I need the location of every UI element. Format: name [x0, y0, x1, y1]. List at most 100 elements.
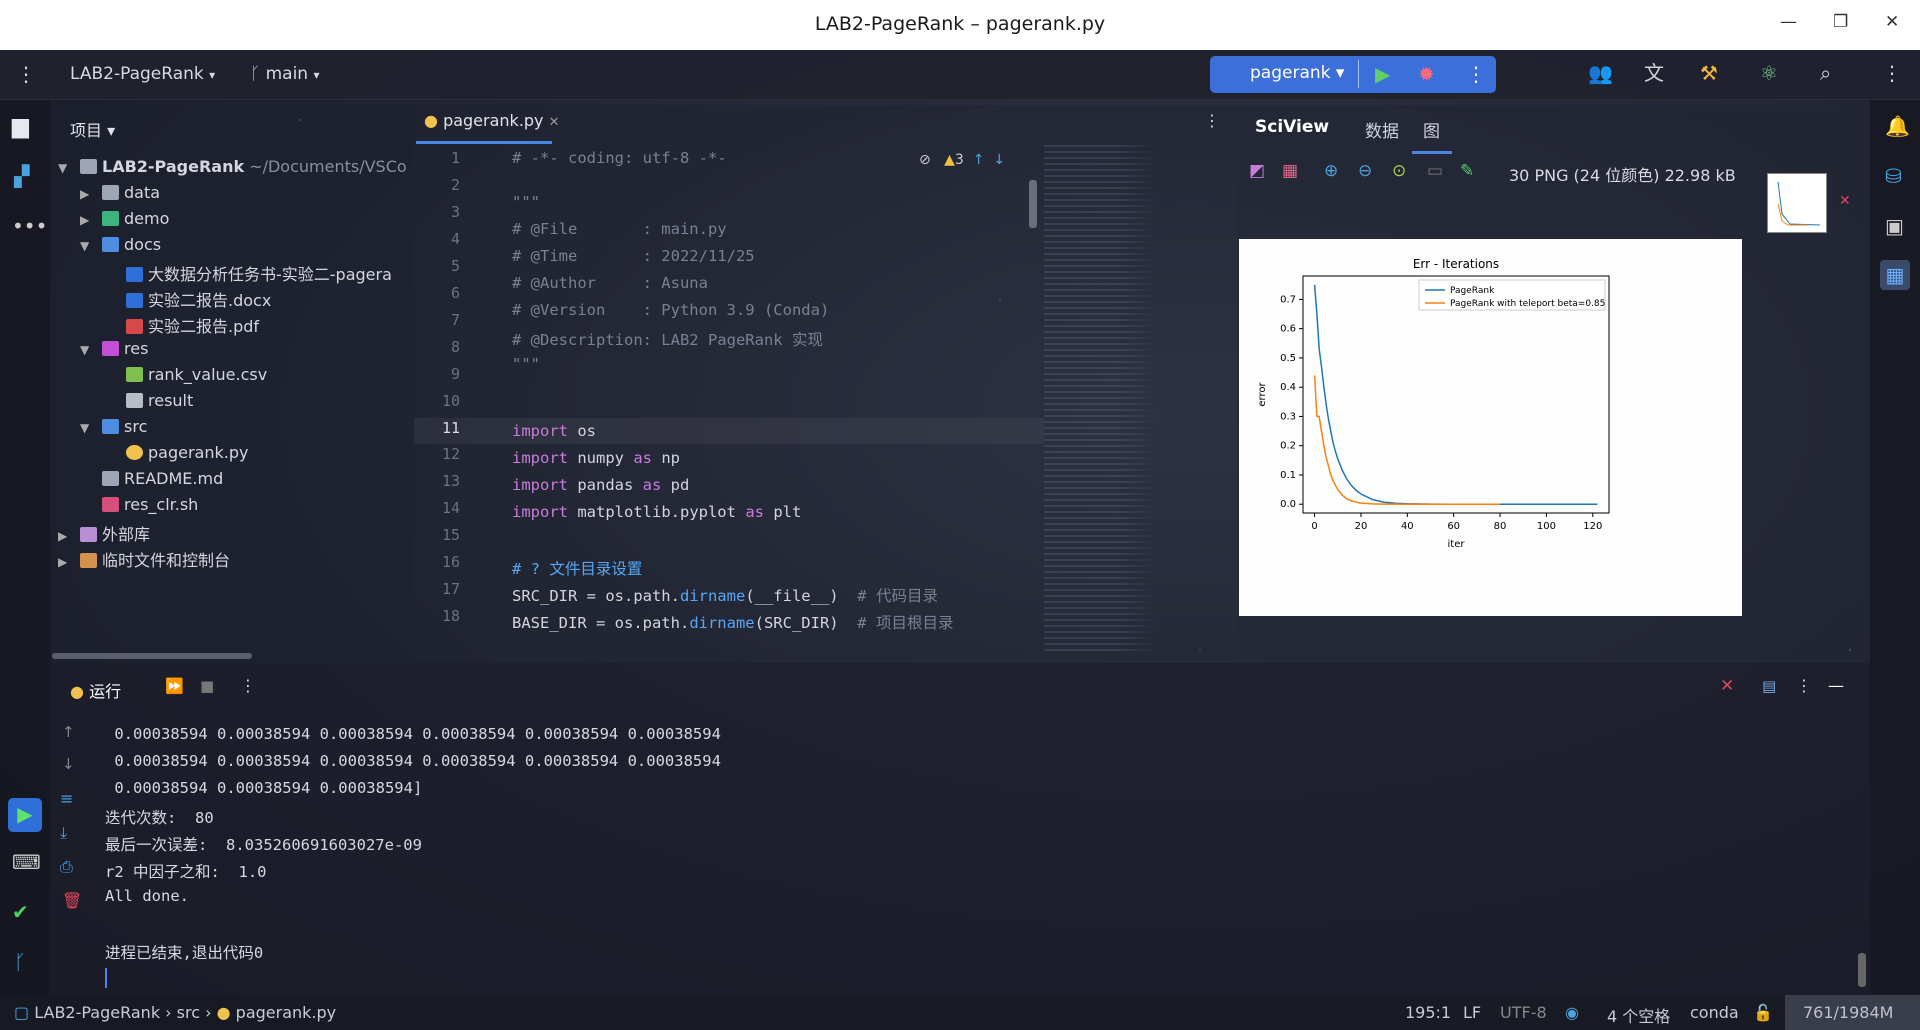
horizontal-scrollbar[interactable] [52, 653, 252, 659]
database-icon[interactable]: ⛁ [1885, 166, 1902, 186]
structure-icon[interactable]: ▞ [14, 166, 29, 186]
tree-root[interactable]: ▼ LAB2-PageRank ~/Documents/VSCo [58, 157, 407, 183]
code-line-9[interactable]: """ [512, 355, 540, 373]
minimize-button[interactable]: — [1780, 12, 1797, 32]
terminal-icon[interactable]: ⌨ [12, 852, 41, 872]
close-plot-icon[interactable]: ✕ [1839, 193, 1851, 209]
translate-icon[interactable]: 文 [1644, 63, 1664, 83]
tab-plots[interactable]: 图 [1423, 117, 1440, 142]
branch-switcher[interactable]: ᚴ main ▾ [250, 64, 320, 84]
zoom-in-icon[interactable]: ⊕ [1324, 163, 1338, 180]
memory-indicator[interactable]: 761/1984M [1785, 995, 1920, 1030]
project-folder-icon[interactable]: ▆ [12, 116, 29, 138]
debug-icon[interactable]: ✹ [1418, 64, 1435, 84]
eye-icon[interactable]: ◉ [1565, 1003, 1579, 1022]
scroll-to-end-icon[interactable]: ⤓ [60, 825, 67, 841]
tree-item-result[interactable]: result [126, 391, 193, 417]
file-encoding[interactable]: UTF-8 [1500, 1003, 1547, 1022]
prev-issue-icon[interactable]: ↑ [973, 152, 985, 168]
tree-item-res[interactable]: ▼ res [80, 339, 148, 365]
scroll-down-icon[interactable]: ↓ [62, 757, 75, 772]
tree-item-rank-csv[interactable]: rank_value.csv [126, 365, 267, 391]
soft-wrap-icon[interactable]: ≡ [60, 791, 73, 807]
tree-item-report-pdf[interactable]: 实验二报告.pdf [126, 313, 259, 339]
minimap[interactable] [1044, 145, 1234, 655]
vertical-scrollbar[interactable] [1029, 180, 1037, 228]
tree-item-res-clr[interactable]: res_clr.sh [102, 495, 198, 521]
tree-item-data[interactable]: ▶ data [80, 183, 160, 209]
tree-item-demo[interactable]: ▶ demo [80, 209, 169, 235]
tab-data[interactable]: 数据 [1365, 117, 1399, 142]
project-panel-title[interactable]: 项目 ▾ [70, 117, 115, 141]
tree-item-scratches[interactable]: ▶ 临时文件和控制台 [58, 547, 230, 573]
color-picker-icon[interactable]: ✎ [1460, 163, 1474, 180]
background-icon[interactable]: ▭ [1427, 163, 1443, 180]
code-line-18[interactable]: BASE_DIR = os.path.dirname(SRC_DIR) # 项目… [512, 611, 953, 633]
close-window-button[interactable]: ✕ [1885, 12, 1899, 32]
run-tool-icon[interactable]: ▶ [8, 798, 42, 832]
actual-size-icon[interactable]: ⊙ [1392, 163, 1406, 180]
tree-item-src[interactable]: ▼ src [80, 417, 147, 443]
close-run-icon[interactable]: ✕ [1720, 678, 1734, 695]
rerun-icon[interactable]: ⏩ [165, 679, 184, 694]
layout-icon[interactable]: ▤ [1762, 679, 1776, 694]
problems-check-icon[interactable]: ✔ [12, 902, 29, 922]
more-tools-icon[interactable]: ••• [12, 216, 47, 236]
print-icon[interactable]: ⎙ [60, 859, 73, 875]
main-menu-icon[interactable]: ⋮ [16, 64, 36, 84]
grid-icon[interactable]: ▦ [1282, 163, 1298, 180]
run-more-icon[interactable]: ⋮ [240, 678, 256, 694]
stop-icon[interactable]: ■ [200, 679, 214, 694]
code-line-12[interactable]: import numpy as np [512, 449, 680, 467]
options-icon[interactable]: ⋮ [1796, 678, 1812, 694]
editor-tabs-menu-icon[interactable]: ⋮ [1204, 113, 1220, 129]
code-line-5[interactable]: # @Time : 2022/11/25 [512, 247, 755, 265]
project-switcher[interactable]: LAB2-PageRank ▾ [70, 64, 215, 84]
code-line-11[interactable]: import os [512, 422, 596, 440]
lock-icon[interactable]: 🔓 [1753, 1003, 1773, 1022]
plot-thumbnail[interactable] [1767, 173, 1827, 233]
code-line-14[interactable]: import matplotlib.pyplot as plt [512, 503, 801, 521]
zoom-out-icon[interactable]: ⊖ [1358, 163, 1372, 180]
code-line-1[interactable]: # -*- coding: utf-8 -*- [512, 149, 727, 167]
code-line-3[interactable]: """ [512, 193, 540, 211]
tree-item-readme[interactable]: README.md [102, 469, 223, 495]
code-line-16[interactable]: # ? 文件目录设置 [512, 557, 642, 579]
code-line-6[interactable]: # @Author : Asuna [512, 274, 708, 292]
close-tab-icon[interactable]: ✕ [549, 115, 560, 130]
settings-menu-icon[interactable]: ⋮ [1882, 63, 1902, 83]
output-scrollbar[interactable] [1858, 953, 1866, 987]
code-line-4[interactable]: # @File : main.py [512, 220, 727, 238]
sciview-icon[interactable]: ▦ [1880, 260, 1910, 290]
ai-assistant-icon[interactable]: ⚛ [1760, 63, 1778, 83]
scroll-up-icon[interactable]: ↑ [62, 725, 75, 740]
code-line-13[interactable]: import pandas as pd [512, 476, 689, 494]
inspection-widget[interactable]: ⊘ ▲3 ↑ ↓ [919, 152, 1005, 168]
run-config-selector[interactable]: pagerank ▾ [1250, 63, 1344, 83]
tools-icon[interactable]: ⚒ [1700, 63, 1718, 83]
git-icon[interactable]: ᚴ [14, 952, 26, 972]
more-actions-icon[interactable]: ⋮ [1466, 64, 1486, 84]
clear-all-icon[interactable]: 🗑 [62, 893, 82, 909]
code-line-8[interactable]: # @Description: LAB2 PageRank 实现 [512, 328, 823, 350]
fit-view-icon[interactable]: ◩ [1249, 163, 1265, 180]
tree-item-report-docx[interactable]: 实验二报告.docx [126, 287, 271, 313]
interpreter[interactable]: conda [1690, 1003, 1739, 1022]
run-icon[interactable]: ▶ [1375, 64, 1390, 84]
minimize-panel-icon[interactable]: — [1828, 678, 1844, 694]
line-separator[interactable]: LF [1463, 1003, 1481, 1022]
breadcrumb[interactable]: ▢ LAB2-PageRank › src › ● pagerank.py [14, 1003, 336, 1022]
indent-setting[interactable]: 4 个空格 [1607, 1003, 1670, 1027]
next-issue-icon[interactable]: ↓ [993, 152, 1005, 168]
tree-item-pagerank-py[interactable]: pagerank.py [126, 443, 248, 469]
tree-item-docs[interactable]: ▼ docs [80, 235, 161, 261]
code-line-17[interactable]: SRC_DIR = os.path.dirname(__file__) # 代码… [512, 584, 938, 606]
code-line-7[interactable]: # @Version : Python 3.9 (Conda) [512, 301, 829, 319]
tree-item-external-libs[interactable]: ▶ 外部库 [58, 521, 150, 547]
collaboration-icon[interactable]: 👥 [1588, 63, 1613, 83]
notifications-icon[interactable]: 🔔 [1885, 116, 1910, 136]
python-packages-icon[interactable]: ▣ [1885, 216, 1904, 236]
search-icon[interactable]: ⌕ [1820, 63, 1831, 83]
caret-position[interactable]: 195:1 [1405, 1003, 1451, 1022]
maximize-button[interactable]: ❐ [1833, 12, 1848, 32]
